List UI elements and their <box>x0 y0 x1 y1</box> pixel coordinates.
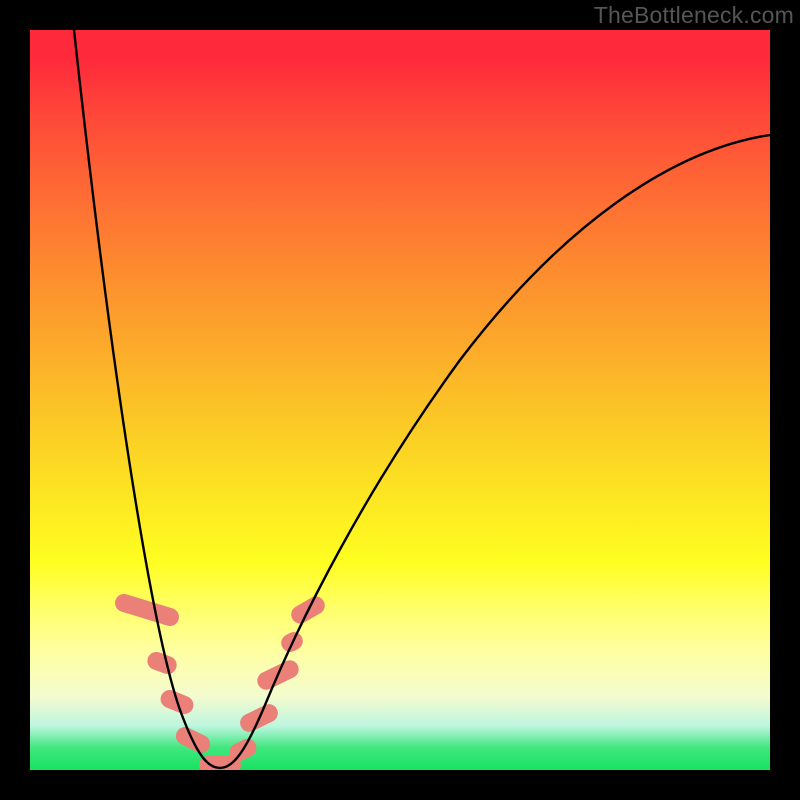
bottleneck-curve <box>74 30 770 768</box>
outer-frame: TheBottleneck.com <box>0 0 800 800</box>
plot-area <box>30 30 770 770</box>
marker-group <box>113 592 328 770</box>
marker-lozenge <box>145 649 179 676</box>
curve-layer <box>30 30 770 770</box>
marker-lozenge <box>113 592 181 629</box>
watermark-text: TheBottleneck.com <box>594 2 794 29</box>
